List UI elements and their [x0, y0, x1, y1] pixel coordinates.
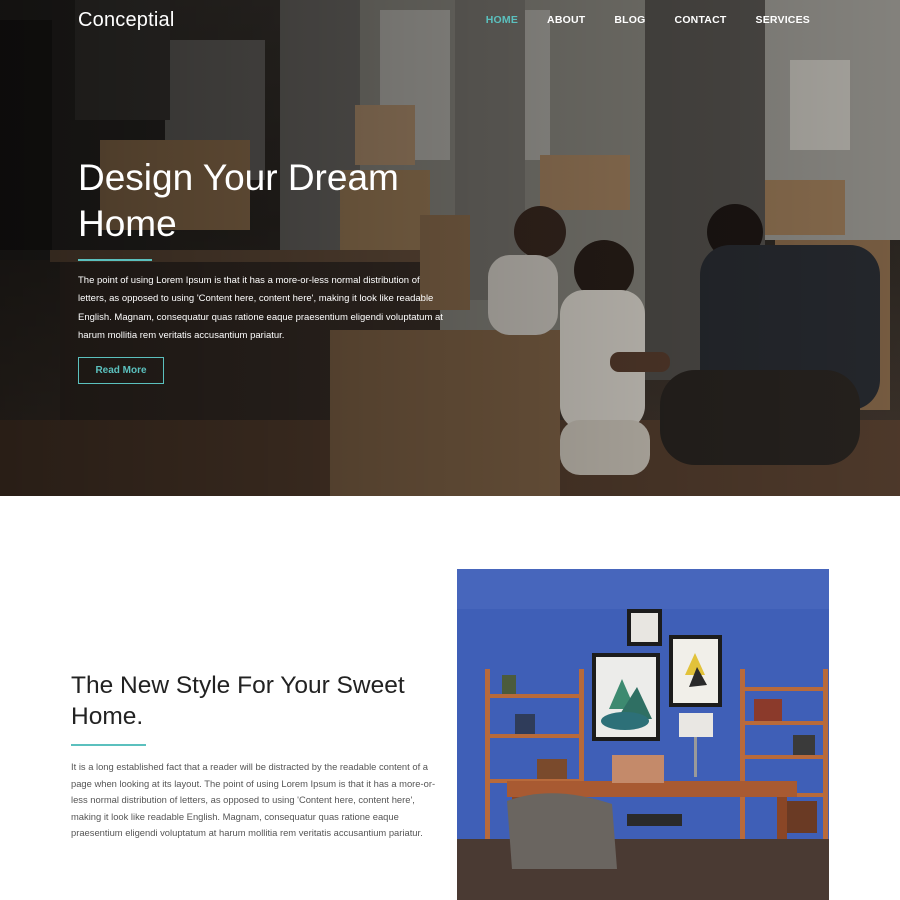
hero-description: The point of using Lorem Ipsum is that i… — [78, 275, 443, 341]
nav-item-services[interactable]: SERVICES — [755, 14, 810, 26]
hero-title-line1: Design Your Dream — [78, 157, 399, 198]
hero-section: Conceptial HOME ABOUT BLOG CONTACT SERVI… — [0, 0, 900, 496]
main-nav: HOME ABOUT BLOG CONTACT SERVICES — [457, 14, 810, 26]
nav-item-about[interactable]: ABOUT — [547, 14, 585, 26]
hero-title-line2: Home — [78, 203, 177, 244]
read-more-button[interactable]: Read More — [78, 357, 164, 384]
about-description: It is a long established fact that a rea… — [71, 761, 436, 838]
hero-title: Design Your Dream Home — [78, 155, 458, 247]
nav-item-blog[interactable]: BLOG — [614, 14, 645, 26]
about-title: The New Style For Your Sweet Home. — [71, 672, 405, 730]
hero-accent-rule — [78, 259, 152, 261]
site-logo[interactable]: Conceptial — [78, 9, 175, 32]
nav-item-contact[interactable]: CONTACT — [675, 14, 727, 26]
navbar: Conceptial HOME ABOUT BLOG CONTACT SERVI… — [0, 0, 900, 44]
nav-item-home[interactable]: HOME — [486, 14, 518, 26]
hero-content: Design Your Dream Home The point of usin… — [78, 155, 458, 345]
about-text: The New Style For Your Sweet Home. It is… — [71, 670, 445, 842]
living-room-image — [457, 569, 829, 900]
about-accent-rule — [71, 744, 146, 746]
